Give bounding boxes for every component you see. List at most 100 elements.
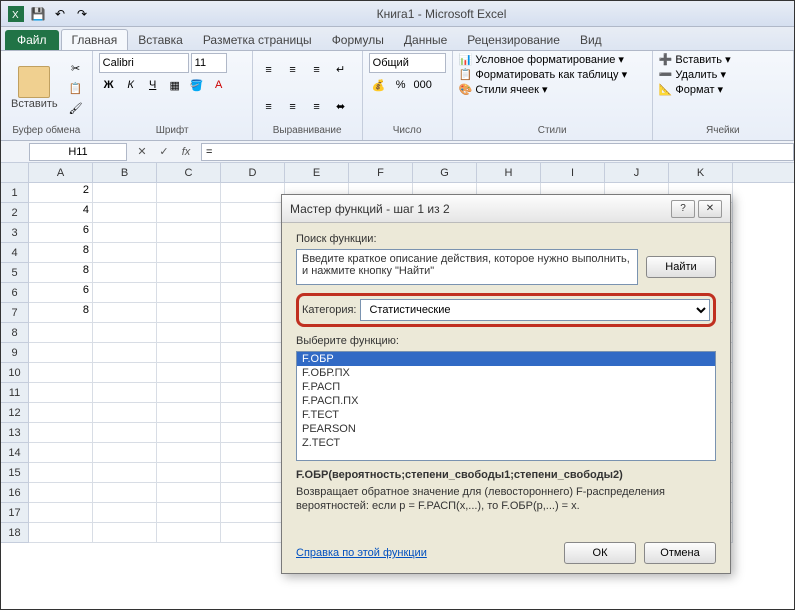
number-format-select[interactable]: [369, 53, 446, 73]
col-header[interactable]: J: [605, 163, 669, 182]
cell[interactable]: [93, 323, 157, 343]
cell[interactable]: [93, 203, 157, 223]
function-item[interactable]: F.РАСП: [297, 380, 715, 394]
select-all-corner[interactable]: [1, 163, 29, 183]
tab-layout[interactable]: Разметка страницы: [193, 30, 322, 50]
cancel-button[interactable]: Отмена: [644, 542, 716, 564]
currency-icon[interactable]: 💰: [369, 76, 389, 94]
cell[interactable]: [157, 363, 221, 383]
tab-home[interactable]: Главная: [61, 29, 129, 50]
cancel-formula-icon[interactable]: ✕: [133, 143, 151, 161]
cell[interactable]: [29, 463, 93, 483]
col-header[interactable]: K: [669, 163, 733, 182]
cell[interactable]: [221, 263, 285, 283]
cell[interactable]: [221, 183, 285, 203]
cell[interactable]: [221, 503, 285, 523]
function-list[interactable]: F.ОБРF.ОБР.ПХF.РАСПF.РАСП.ПХF.ТЕСТPEARSO…: [296, 351, 716, 461]
cell[interactable]: 8: [29, 303, 93, 323]
cell[interactable]: [93, 443, 157, 463]
cell[interactable]: [157, 523, 221, 543]
file-tab[interactable]: Файл: [5, 30, 59, 50]
cell[interactable]: [93, 523, 157, 543]
row-header[interactable]: 5: [1, 263, 28, 283]
name-box[interactable]: [29, 143, 127, 161]
row-header[interactable]: 4: [1, 243, 28, 263]
cell[interactable]: 6: [29, 283, 93, 303]
cell[interactable]: [29, 423, 93, 443]
search-input[interactable]: Введите краткое описание действия, котор…: [296, 249, 638, 285]
cell[interactable]: [29, 343, 93, 363]
align-right-icon[interactable]: ≡: [307, 98, 327, 116]
find-button[interactable]: Найти: [646, 256, 716, 278]
col-header[interactable]: G: [413, 163, 477, 182]
cell[interactable]: [157, 463, 221, 483]
italic-icon[interactable]: К: [121, 76, 141, 94]
cell[interactable]: [157, 183, 221, 203]
bold-icon[interactable]: Ж: [99, 76, 119, 94]
ok-button[interactable]: ОК: [564, 542, 636, 564]
align-bot-icon[interactable]: ≡: [307, 61, 327, 79]
row-header[interactable]: 18: [1, 523, 28, 543]
cell[interactable]: [221, 443, 285, 463]
cell[interactable]: [157, 283, 221, 303]
cell[interactable]: [221, 523, 285, 543]
fill-color-icon[interactable]: 🪣: [187, 76, 207, 94]
row-header[interactable]: 13: [1, 423, 28, 443]
wrap-icon[interactable]: ↵: [331, 61, 351, 79]
col-header[interactable]: B: [93, 163, 157, 182]
cell[interactable]: 4: [29, 203, 93, 223]
cell[interactable]: [93, 403, 157, 423]
row-header[interactable]: 9: [1, 343, 28, 363]
cell[interactable]: [93, 303, 157, 323]
format-painter-icon[interactable]: 🖌: [66, 99, 86, 117]
cut-icon[interactable]: ✂: [66, 59, 86, 77]
row-header[interactable]: 6: [1, 283, 28, 303]
function-item[interactable]: F.ТЕСТ: [297, 408, 715, 422]
tab-view[interactable]: Вид: [570, 30, 612, 50]
cell[interactable]: [221, 403, 285, 423]
accept-formula-icon[interactable]: ✓: [155, 143, 173, 161]
cell[interactable]: [221, 203, 285, 223]
cell[interactable]: [93, 383, 157, 403]
function-item[interactable]: F.РАСП.ПХ: [297, 394, 715, 408]
cell[interactable]: [93, 223, 157, 243]
cell[interactable]: [221, 423, 285, 443]
col-header[interactable]: I: [541, 163, 605, 182]
cell[interactable]: [157, 503, 221, 523]
row-header[interactable]: 8: [1, 323, 28, 343]
merge-icon[interactable]: ⬌: [331, 98, 351, 116]
cell[interactable]: 8: [29, 243, 93, 263]
insert-cells-button[interactable]: ➕ Вставить ▾: [659, 53, 787, 66]
cell[interactable]: [29, 523, 93, 543]
cell[interactable]: [157, 203, 221, 223]
cell[interactable]: [157, 303, 221, 323]
cell[interactable]: [93, 243, 157, 263]
cell[interactable]: [93, 483, 157, 503]
cell[interactable]: [157, 323, 221, 343]
paste-button[interactable]: Вставить: [7, 64, 62, 112]
function-item[interactable]: F.ОБР.ПХ: [297, 366, 715, 380]
row-header[interactable]: 14: [1, 443, 28, 463]
cell[interactable]: [93, 363, 157, 383]
cell[interactable]: [221, 283, 285, 303]
row-header[interactable]: 11: [1, 383, 28, 403]
cell[interactable]: [157, 443, 221, 463]
function-item[interactable]: PEARSON: [297, 422, 715, 436]
font-size-select[interactable]: [191, 53, 227, 73]
delete-cells-button[interactable]: ➖ Удалить ▾: [659, 68, 787, 81]
format-cells-button[interactable]: 📐 Формат ▾: [659, 83, 787, 96]
cell[interactable]: 8: [29, 263, 93, 283]
cell[interactable]: [29, 363, 93, 383]
row-header[interactable]: 15: [1, 463, 28, 483]
cell[interactable]: [93, 463, 157, 483]
cell[interactable]: 2: [29, 183, 93, 203]
formula-bar[interactable]: [201, 143, 794, 161]
cell-styles-button[interactable]: 🎨 Стили ячеек ▾: [459, 83, 646, 96]
row-header[interactable]: 10: [1, 363, 28, 383]
tab-insert[interactable]: Вставка: [128, 30, 193, 50]
format-table-button[interactable]: 📋 Форматировать как таблицу ▾: [459, 68, 646, 81]
cell[interactable]: [29, 383, 93, 403]
cell[interactable]: [221, 223, 285, 243]
col-header[interactable]: H: [477, 163, 541, 182]
row-header[interactable]: 1: [1, 183, 28, 203]
